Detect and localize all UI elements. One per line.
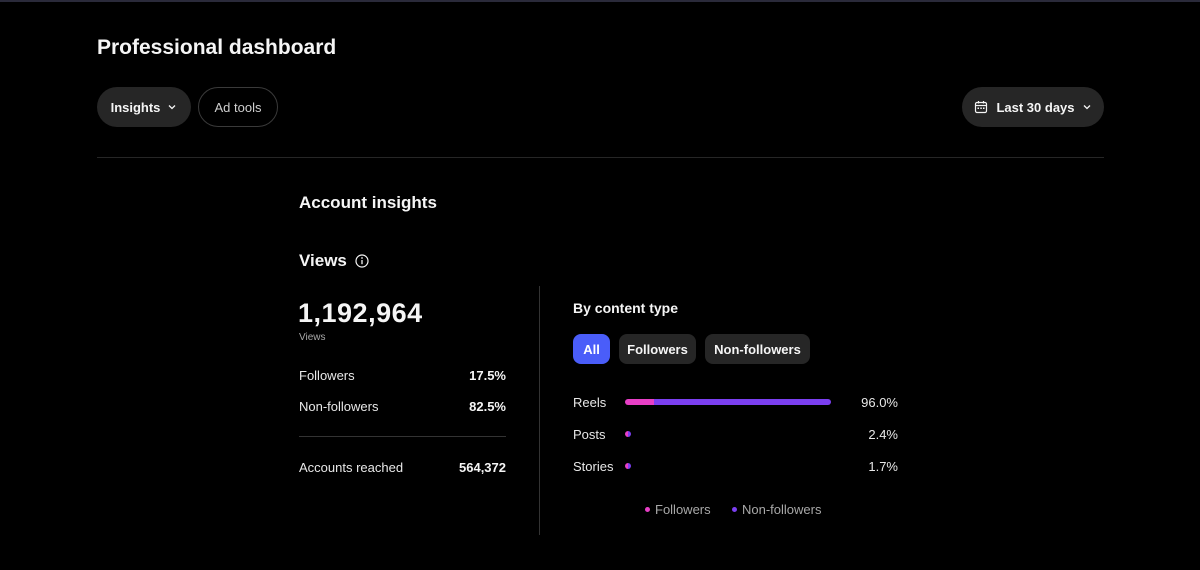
non-followers-bar-segment	[654, 399, 831, 405]
followers-stat-row: Followers 17.5%	[299, 368, 506, 383]
followers-stat-label: Followers	[299, 368, 355, 383]
accounts-reached-row: Accounts reached 564,372	[299, 460, 506, 475]
content-row-stories: Stories 1.7%	[573, 459, 903, 475]
followers-dot-icon	[645, 507, 650, 512]
non-followers-dot-icon	[732, 507, 737, 512]
tab-followers[interactable]: Followers	[619, 334, 696, 364]
non-followers-stat-value: 82.5%	[469, 399, 506, 414]
info-icon[interactable]	[355, 254, 369, 268]
stats-divider	[299, 436, 506, 437]
accounts-reached-label: Accounts reached	[299, 460, 404, 475]
date-range-label: Last 30 days	[996, 99, 1075, 115]
date-range-dropdown[interactable]: Last 30 days	[962, 87, 1104, 127]
top-border	[0, 0, 1200, 2]
non-followers-stat-label: Non-followers	[299, 399, 379, 414]
column-divider	[539, 286, 540, 535]
content-row-label: Posts	[573, 427, 606, 442]
ad-tools-button[interactable]: Ad tools	[198, 87, 278, 127]
content-row-posts: Posts 2.4%	[573, 427, 903, 443]
section-title: Account insights	[299, 193, 437, 212]
calendar-icon	[975, 101, 988, 114]
chevron-down-icon	[168, 105, 176, 110]
page-title: Professional dashboard	[97, 36, 337, 59]
ad-tools-label: Ad tools	[214, 99, 262, 115]
content-row-label: Reels	[573, 395, 607, 410]
header-divider	[97, 157, 1104, 158]
followers-bar-segment	[625, 399, 654, 405]
followers-stat-value: 17.5%	[469, 368, 506, 383]
accounts-reached-value: 564,372	[459, 460, 506, 475]
content-bar	[625, 399, 840, 405]
content-row-reels: Reels 96.0%	[573, 395, 903, 411]
tab-non-followers[interactable]: Non-followers	[705, 334, 810, 364]
non-followers-bar-segment	[628, 463, 631, 469]
views-title: Views	[299, 251, 347, 270]
content-bar	[625, 463, 840, 469]
tab-all[interactable]: All	[573, 334, 610, 364]
insights-label: Insights	[110, 99, 161, 115]
views-heading: Views	[299, 251, 369, 271]
content-row-pct: 2.4%	[868, 427, 898, 442]
legend-followers: Followers	[645, 502, 711, 517]
non-followers-bar-segment	[628, 431, 631, 437]
content-row-label: Stories	[573, 459, 614, 474]
legend-followers-label: Followers	[655, 502, 711, 517]
views-total-caption: Views	[299, 332, 326, 343]
content-row-pct: 1.7%	[868, 459, 898, 474]
content-type-title: By content type	[573, 300, 679, 316]
content-row-pct: 96.0%	[861, 395, 898, 410]
legend-non-followers: Non-followers	[732, 502, 821, 517]
views-total: 1,192,964	[298, 298, 423, 328]
content-bar	[625, 431, 840, 437]
chevron-down-icon	[1083, 105, 1090, 110]
insights-dropdown[interactable]: Insights	[97, 87, 191, 127]
non-followers-stat-row: Non-followers 82.5%	[299, 399, 506, 414]
legend-non-followers-label: Non-followers	[742, 502, 822, 517]
